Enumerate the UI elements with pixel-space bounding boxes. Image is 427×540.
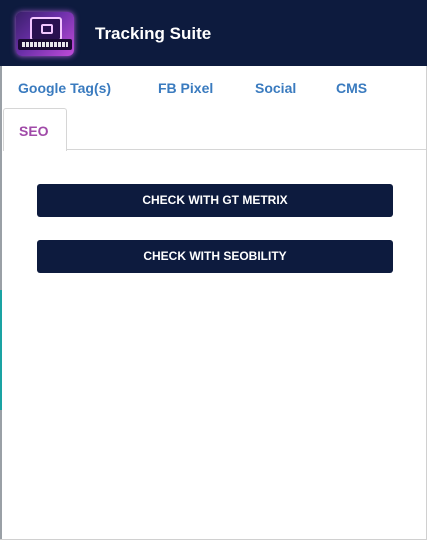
logo-wordmark (18, 39, 72, 50)
tab-fb-pixel[interactable]: FB Pixel (158, 80, 213, 96)
app-title: Tracking Suite (95, 24, 212, 43)
check-gtmetrix-button[interactable]: CHECK WITH GT METRIX (37, 184, 393, 217)
app-header: Tracking Suite (0, 0, 427, 66)
tab-seo[interactable]: SEO (3, 108, 67, 151)
monitor-icon (30, 17, 62, 41)
left-edge-accent (0, 290, 2, 410)
tab-divider (65, 149, 427, 150)
tracking-suite-logo-icon (16, 12, 74, 56)
popup-page: Tracking Suite Google Tag(s) FB Pixel So… (0, 0, 427, 540)
tab-bar: Google Tag(s) FB Pixel Social CMS (0, 66, 427, 110)
check-seobility-button[interactable]: CHECK WITH SEOBILITY (37, 240, 393, 273)
tab-cms[interactable]: CMS (336, 80, 367, 96)
tab-seo-label: SEO (19, 123, 49, 139)
tab-google-tags[interactable]: Google Tag(s) (18, 80, 111, 96)
tab-social[interactable]: Social (255, 80, 296, 96)
